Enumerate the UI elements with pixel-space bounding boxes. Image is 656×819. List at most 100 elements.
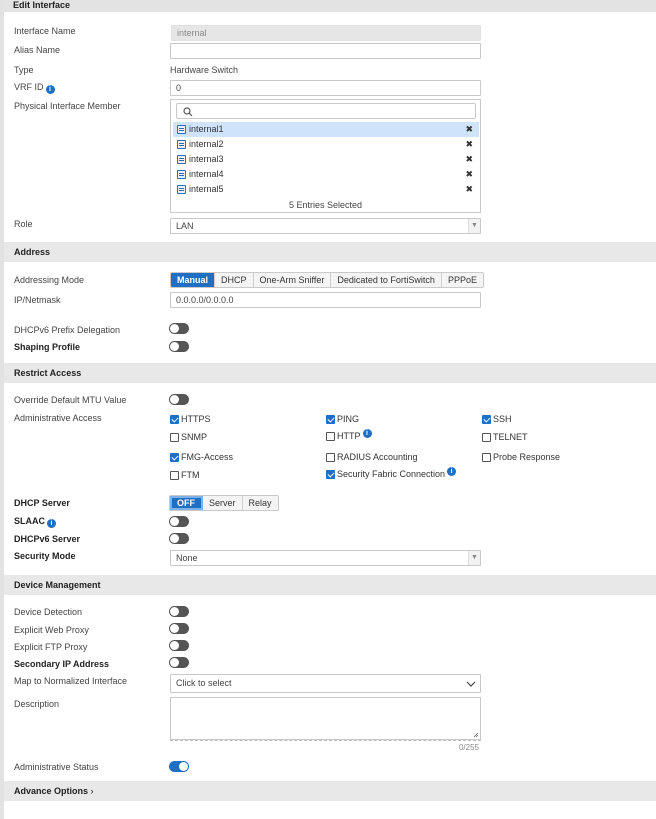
- role-label: Role: [14, 219, 33, 229]
- page-title: Edit Interface: [4, 0, 656, 12]
- interface-icon: [177, 185, 186, 194]
- map-normalized-select[interactable]: Click to select: [170, 674, 481, 693]
- admin-access-label: Administrative Access: [14, 413, 102, 423]
- shaping-profile-toggle[interactable]: [169, 341, 189, 352]
- override-mtu-toggle[interactable]: [169, 394, 189, 405]
- probe-response-checkbox[interactable]: Probe Response: [482, 452, 560, 462]
- advance-options-header[interactable]: Advance Options ›: [4, 781, 656, 801]
- dropdown-arrow-icon: ▼: [468, 219, 480, 233]
- vrf-id-label-row: VRF ID i: [14, 82, 55, 94]
- slaac-label: SLAAC: [14, 516, 45, 526]
- checkbox-box: [326, 469, 335, 479]
- mode-pppoe-button[interactable]: PPPoE: [442, 273, 483, 287]
- alias-name-input[interactable]: [170, 43, 481, 59]
- checkbox-label: SNMP: [181, 432, 208, 442]
- security-fabric-checkbox[interactable]: Security Fabric Connection i: [326, 467, 457, 479]
- admin-status-toggle[interactable]: [169, 761, 189, 772]
- device-detection-toggle[interactable]: [169, 606, 189, 617]
- member-name: internal1: [189, 124, 224, 134]
- role-value: LAN: [176, 221, 194, 231]
- dhcpv6-server-toggle[interactable]: [169, 533, 189, 544]
- resize-handle-icon[interactable]: [473, 732, 479, 738]
- member-row-internal5[interactable]: internal5 ✖: [173, 182, 479, 197]
- description-counter-row: 0/255: [170, 740, 481, 752]
- ping-checkbox[interactable]: PING: [326, 414, 359, 424]
- remove-icon[interactable]: ✖: [465, 182, 473, 197]
- security-mode-select[interactable]: None ▼: [170, 550, 481, 566]
- slaac-toggle[interactable]: [169, 516, 189, 527]
- admin-status-label: Administrative Status: [14, 762, 99, 772]
- addressing-mode-label: Addressing Mode: [14, 275, 85, 285]
- explicit-web-proxy-toggle[interactable]: [169, 623, 189, 634]
- interface-icon: [177, 155, 186, 164]
- mode-dhcp-button[interactable]: DHCP: [215, 273, 254, 287]
- dhcp-server-button[interactable]: Server: [203, 496, 243, 510]
- shaping-profile-label: Shaping Profile: [14, 342, 81, 352]
- member-row-internal3[interactable]: internal3 ✖: [173, 152, 479, 167]
- member-row-internal4[interactable]: internal4 ✖: [173, 167, 479, 182]
- dropdown-arrow-icon: ▼: [468, 551, 480, 565]
- description-textarea[interactable]: [170, 697, 481, 740]
- vrf-id-input[interactable]: 0: [170, 80, 481, 96]
- remove-icon[interactable]: ✖: [465, 137, 473, 152]
- device-management-section-header: Device Management: [4, 575, 656, 595]
- dhcpv6-prefix-toggle[interactable]: [169, 323, 189, 334]
- interface-name-label: Interface Name: [14, 26, 76, 36]
- left-edge-bar: [0, 0, 4, 819]
- checkbox-box: [482, 452, 491, 462]
- https-checkbox[interactable]: HTTPS: [170, 414, 211, 424]
- telnet-checkbox[interactable]: TELNET: [482, 432, 528, 442]
- checkbox-label: Probe Response: [493, 452, 561, 462]
- dhcp-server-label: DHCP Server: [14, 498, 70, 508]
- checkbox-label: TELNET: [493, 432, 528, 442]
- info-icon[interactable]: i: [362, 429, 372, 438]
- override-mtu-label: Override Default MTU Value: [14, 395, 127, 405]
- dhcp-server-group[interactable]: OFF Server Relay: [169, 495, 279, 511]
- security-mode-value: None: [176, 553, 198, 563]
- alias-name-label: Alias Name: [14, 45, 61, 55]
- mode-one-arm-sniffer-button[interactable]: One-Arm Sniffer: [254, 273, 332, 287]
- member-row-internal2[interactable]: internal2 ✖: [173, 137, 479, 152]
- snmp-checkbox[interactable]: SNMP: [170, 432, 207, 442]
- radius-accounting-checkbox[interactable]: RADIUS Accounting: [326, 452, 418, 462]
- secondary-ip-toggle[interactable]: [169, 657, 189, 668]
- dhcpv6-prefix-label: DHCPv6 Prefix Delegation: [14, 325, 121, 335]
- remove-icon[interactable]: ✖: [465, 167, 473, 182]
- toggle-knob: [170, 658, 179, 667]
- info-icon[interactable]: i: [45, 85, 55, 94]
- info-icon[interactable]: i: [447, 467, 457, 476]
- interface-name-field: internal: [171, 25, 481, 41]
- toggle-knob: [170, 624, 179, 633]
- physical-member-list[interactable]: internal1 ✖ internal2 ✖ internal3 ✖ inte…: [170, 99, 481, 213]
- explicit-ftp-proxy-toggle[interactable]: [169, 640, 189, 651]
- explicit-ftp-proxy-label: Explicit FTP Proxy: [14, 642, 88, 652]
- checkbox-box: [170, 452, 179, 462]
- ip-netmask-input[interactable]: 0.0.0.0/0.0.0.0: [170, 292, 481, 308]
- dhcp-off-button[interactable]: OFF: [170, 496, 203, 510]
- member-row-internal1[interactable]: internal1 ✖: [173, 122, 479, 137]
- interface-icon: [177, 125, 186, 134]
- ftm-checkbox[interactable]: FTM: [170, 470, 200, 480]
- slaac-label-row: SLAAC i: [14, 516, 56, 528]
- member-search-input[interactable]: [176, 103, 476, 119]
- type-value: Hardware Switch: [170, 65, 239, 75]
- remove-icon[interactable]: ✖: [465, 152, 473, 167]
- map-normalized-label: Map to Normalized Interface: [14, 676, 128, 686]
- http-checkbox[interactable]: HTTP i: [326, 429, 372, 441]
- remove-icon[interactable]: ✖: [465, 122, 473, 137]
- checkbox-box: [326, 431, 335, 441]
- fmg-access-checkbox[interactable]: FMG-Access: [170, 452, 233, 462]
- toggle-knob: [170, 324, 179, 333]
- dhcp-relay-button[interactable]: Relay: [243, 496, 278, 510]
- mode-manual-button[interactable]: Manual: [171, 273, 216, 287]
- checkbox-label: HTTP: [337, 431, 361, 441]
- toggle-knob: [170, 342, 179, 351]
- address-section-header: Address: [4, 242, 656, 262]
- mode-fortiswitch-button[interactable]: Dedicated to FortiSwitch: [331, 273, 442, 287]
- role-select[interactable]: LAN ▼: [170, 218, 481, 234]
- info-icon[interactable]: i: [47, 519, 56, 528]
- physical-member-label: Physical Interface Member: [14, 101, 121, 111]
- toggle-knob: [170, 517, 179, 526]
- addressing-mode-group[interactable]: Manual DHCP One-Arm Sniffer Dedicated to…: [170, 272, 484, 288]
- ssh-checkbox[interactable]: SSH: [482, 414, 512, 424]
